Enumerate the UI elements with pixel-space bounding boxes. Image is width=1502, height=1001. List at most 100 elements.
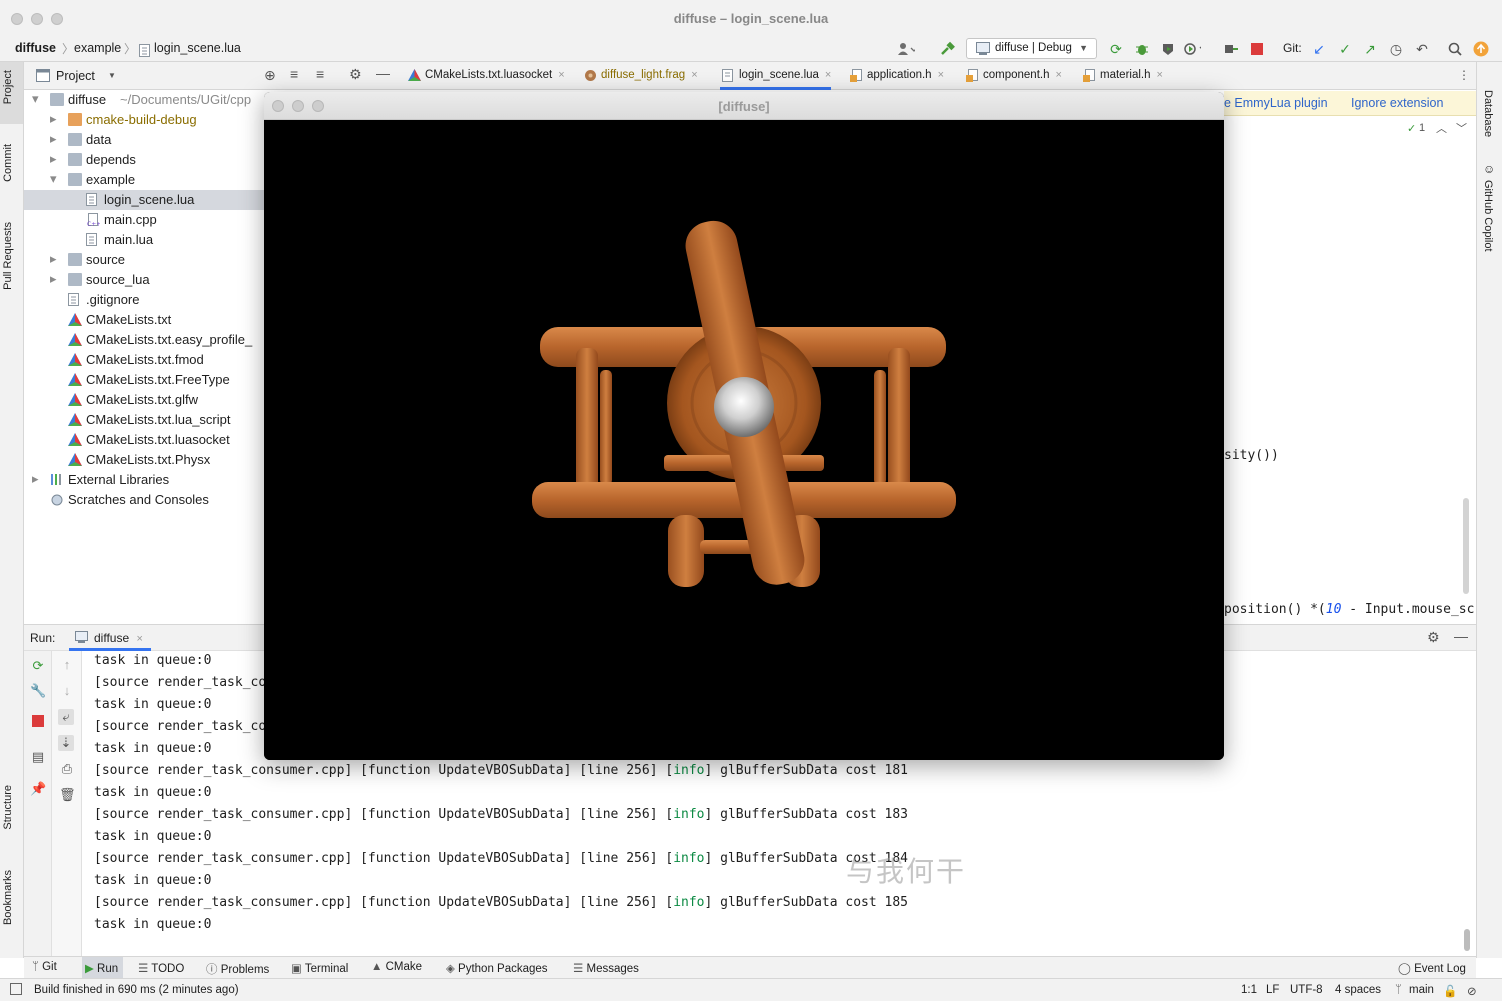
tab-database[interactable]: Database [1482, 90, 1494, 137]
attach-debugger-icon[interactable] [1222, 40, 1240, 58]
tree-item[interactable]: CMakeLists.txt [24, 310, 264, 330]
tree-item[interactable]: Scratches and Consoles [24, 490, 264, 510]
print-icon[interactable]: ⎙ [59, 761, 75, 777]
tree-item[interactable]: .gitignore [24, 290, 264, 310]
rerun-icon[interactable]: ⟳ [30, 658, 46, 674]
chevron-right-icon[interactable]: ▸ [50, 271, 57, 287]
close-tab-icon[interactable]: × [691, 69, 697, 81]
file-encoding[interactable]: UTF-8 [1290, 984, 1323, 996]
chevron-right-icon[interactable]: ▸ [50, 111, 57, 127]
git-push-icon[interactable]: ↗ [1361, 40, 1379, 58]
run-tab-diffuse[interactable]: diffuse × [69, 625, 151, 651]
tree-item[interactable]: C++ main.cpp [24, 210, 264, 230]
editor-tab[interactable]: CMakeLists.txt.luasocket × [406, 62, 565, 90]
rerun-icon[interactable]: ⟳ [1107, 40, 1125, 58]
build-hammer-icon[interactable] [938, 40, 956, 58]
breadcrumb-file[interactable]: login_scene.lua [154, 41, 241, 55]
user-icon[interactable] [897, 40, 915, 58]
editor-tab[interactable]: material.h × [1081, 62, 1163, 90]
chevron-right-icon[interactable]: ▸ [50, 251, 57, 267]
debug-bug-icon[interactable] [1133, 40, 1151, 58]
tree-item[interactable]: ▾ example [24, 170, 264, 190]
tab-structure[interactable]: Structure [2, 785, 14, 830]
hide-panel-icon[interactable]: — [1454, 628, 1468, 644]
tool-tab-cmake[interactable]: ▲ CMake [371, 961, 422, 973]
close-tab-icon[interactable]: × [825, 69, 831, 81]
install-plugin-link[interactable]: e EmmyLua plugin [1224, 96, 1328, 110]
tree-item[interactable]: CMakeLists.txt.luasocket [24, 430, 264, 450]
tree-item[interactable]: ▸ data [24, 130, 264, 150]
hide-panel-icon[interactable]: — [376, 65, 390, 81]
chevron-down-icon[interactable]: ▾ [32, 91, 39, 107]
breadcrumb-folder[interactable]: example [74, 41, 121, 55]
panel-toggle-icon[interactable] [10, 983, 22, 998]
tree-item[interactable]: CMakeLists.txt.lua_script [24, 410, 264, 430]
line-separator[interactable]: LF [1266, 984, 1279, 996]
tab-project[interactable]: Project [2, 70, 14, 104]
profile-icon[interactable] [1183, 40, 1201, 58]
lock-icon[interactable]: 🔓 [1443, 984, 1457, 998]
gear-icon[interactable]: ⚙ [1427, 629, 1440, 646]
chevron-right-icon[interactable]: ▸ [50, 151, 57, 167]
tab-pull-requests[interactable]: Pull Requests [2, 222, 14, 290]
inspection-ok-icon[interactable]: ✓ [1407, 122, 1416, 135]
render-viewport[interactable] [264, 120, 1224, 760]
collapse-all-icon[interactable]: ≡ [316, 66, 324, 82]
tree-item[interactable]: CMakeLists.txt.fmod [24, 350, 264, 370]
game-window[interactable]: [diffuse] [264, 92, 1224, 760]
tool-tab-problems[interactable]: ⓘ Problems [206, 961, 269, 977]
tree-item[interactable]: ▸ cmake-build-debug [24, 110, 264, 130]
tab-bookmarks[interactable]: Bookmarks [2, 870, 14, 925]
breadcrumb-project[interactable]: diffuse [15, 41, 56, 55]
chevron-down-icon[interactable]: ▼ [108, 71, 116, 80]
status-message[interactable]: Build finished in 690 ms (2 minutes ago) [34, 984, 239, 996]
tab-github-copilot[interactable]: GitHub Copilot [1482, 180, 1494, 252]
ignore-extension-link[interactable]: Ignore extension [1351, 96, 1443, 110]
ide-update-icon[interactable] [1472, 40, 1490, 58]
project-view-select[interactable]: Project [56, 69, 95, 83]
tree-item[interactable]: ▸ External Libraries [24, 470, 264, 490]
previous-highlight-icon[interactable]: ︿ [1436, 120, 1447, 136]
close-tab-icon[interactable]: × [1157, 69, 1163, 81]
editor-tab[interactable]: diffuse_light.frag × [582, 62, 698, 90]
layout-icon[interactable]: ▤ [30, 749, 46, 765]
git-update-icon[interactable]: ↙ [1310, 40, 1328, 58]
chevron-right-icon[interactable]: ▸ [50, 131, 57, 147]
copilot-status-icon[interactable]: ⊘ [1467, 984, 1477, 998]
tree-item[interactable]: ▸ depends [24, 150, 264, 170]
pin-icon[interactable]: 📌 [30, 781, 46, 797]
close-tab-icon[interactable]: × [558, 69, 564, 81]
soft-wrap-icon[interactable]: ⤶ [58, 709, 74, 725]
indent-setting[interactable]: 4 spaces [1335, 984, 1381, 996]
caret-position[interactable]: 1:1 [1241, 984, 1257, 996]
run-configuration-select[interactable]: diffuse | Debug ▼ [966, 38, 1097, 59]
history-icon[interactable]: ◷ [1387, 40, 1405, 58]
locate-file-icon[interactable]: ⊕ [264, 67, 276, 84]
chevron-right-icon[interactable]: ▸ [32, 471, 39, 487]
tool-tab-python-packages[interactable]: ◈ Python Packages [446, 961, 548, 975]
stop-icon[interactable] [30, 715, 46, 731]
editor-tab[interactable]: component.h × [964, 62, 1062, 90]
chevron-down-icon[interactable]: ▾ [50, 171, 57, 187]
code-editor[interactable]: sity()) position() *(10 - Input.mouse_sc… [1224, 90, 1476, 622]
stop-icon[interactable] [1248, 40, 1266, 58]
scroll-to-end-icon[interactable]: ⇣ [58, 735, 74, 751]
tree-item[interactable]: ▾ diffuse ~/Documents/UGit/cpp [24, 90, 264, 110]
editor-scrollbar[interactable] [1463, 498, 1469, 594]
next-highlight-icon[interactable]: ﹀ [1456, 120, 1467, 136]
tool-tab-terminal[interactable]: ▣ Terminal [291, 961, 348, 975]
tree-item[interactable]: main.lua [24, 230, 264, 250]
tree-item[interactable]: CMakeLists.txt.FreeType [24, 370, 264, 390]
wrench-icon[interactable]: 🔧 [30, 683, 46, 699]
console-scrollbar[interactable] [1464, 929, 1470, 951]
gear-icon[interactable]: ⚙ [349, 66, 362, 83]
tab-commit[interactable]: Commit [2, 144, 14, 182]
close-tab-icon[interactable]: × [136, 633, 142, 645]
tree-item[interactable]: ▸ source [24, 250, 264, 270]
more-tabs-icon[interactable]: ⋮ [1458, 68, 1470, 82]
editor-tab[interactable]: login_scene.lua × [720, 62, 832, 90]
scroll-down-icon[interactable]: ↓ [59, 683, 75, 699]
tool-tab-messages[interactable]: ☰ Messages [573, 961, 639, 975]
trash-icon[interactable]: 🗑 [59, 787, 76, 803]
git-branch[interactable]: main [1409, 984, 1434, 996]
